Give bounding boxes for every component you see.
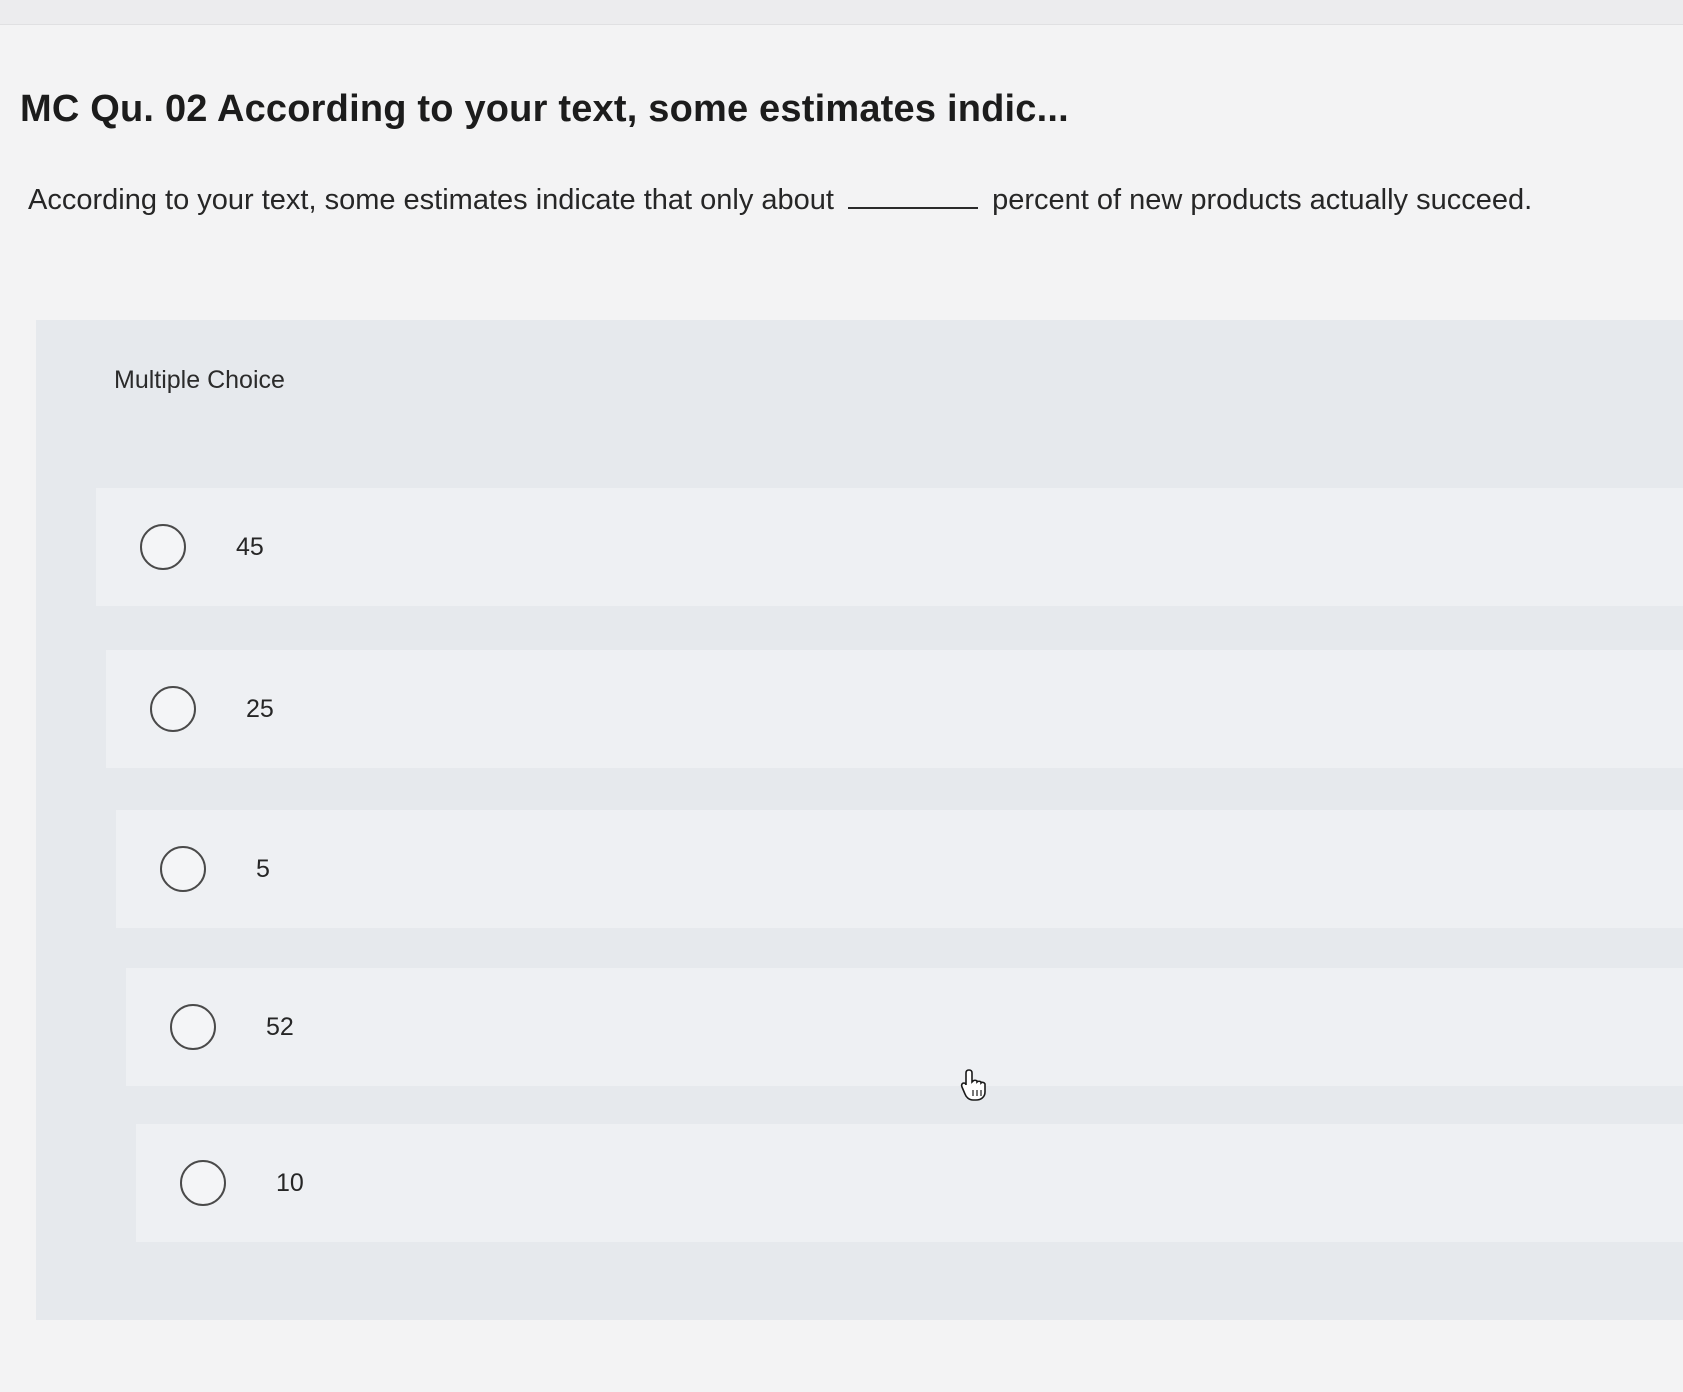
top-bar	[0, 0, 1683, 25]
choice-option-1[interactable]: 45	[96, 488, 1683, 606]
radio-button[interactable]	[150, 686, 196, 732]
hand-pointer-icon	[960, 1069, 986, 1101]
choice-label: 10	[276, 1168, 304, 1197]
radio-button[interactable]	[140, 524, 186, 570]
question-prompt: According to your text, some estimates i…	[28, 184, 1532, 217]
choice-label: 25	[246, 694, 274, 723]
choice-option-5[interactable]: 10	[136, 1124, 1683, 1242]
choice-label: 52	[266, 1012, 294, 1041]
prompt-text-after: percent of new products actually succeed…	[992, 184, 1533, 216]
radio-button[interactable]	[160, 846, 206, 892]
prompt-text-before: According to your text, some estimates i…	[28, 184, 834, 216]
answer-blank	[848, 207, 979, 209]
multiple-choice-label: Multiple Choice	[114, 366, 285, 394]
radio-button[interactable]	[180, 1160, 226, 1206]
choice-label: 5	[256, 854, 270, 883]
question-title: MC Qu. 02 According to your text, some e…	[20, 88, 1069, 130]
choice-label: 45	[236, 532, 264, 561]
choice-option-3[interactable]: 5	[116, 810, 1683, 928]
choice-option-2[interactable]: 25	[106, 650, 1683, 768]
radio-button[interactable]	[170, 1004, 216, 1050]
question-page: MC Qu. 02 According to your text, some e…	[0, 0, 1683, 1392]
choice-option-4[interactable]: 52	[126, 968, 1683, 1086]
